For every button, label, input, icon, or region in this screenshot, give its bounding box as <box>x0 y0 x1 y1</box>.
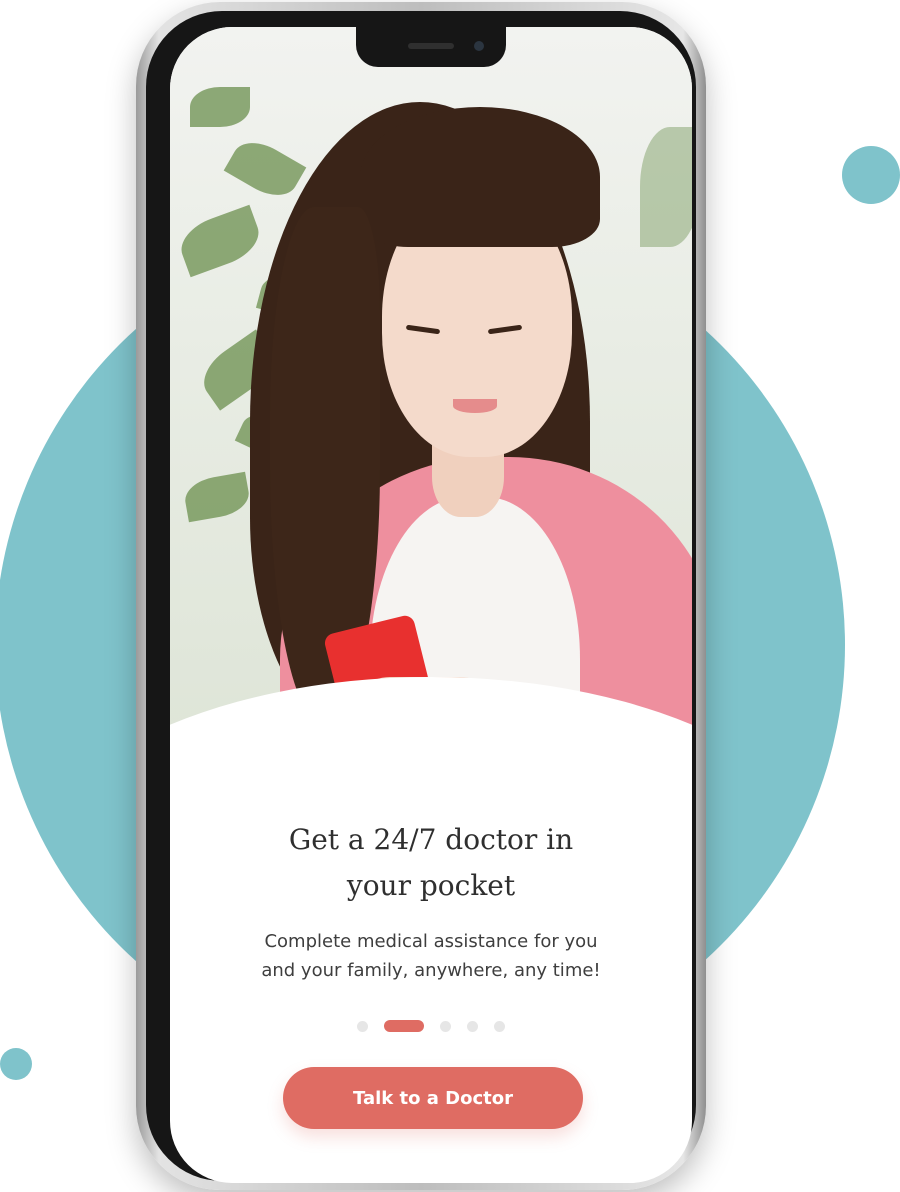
page-dot[interactable] <box>440 1020 451 1032</box>
page-dot[interactable] <box>494 1020 505 1032</box>
phone-screen: Get a 24/7 doctor in your pocket Complet… <box>170 27 692 1183</box>
page-dot[interactable] <box>467 1020 478 1032</box>
phone-mockup: Get a 24/7 doctor in your pocket Complet… <box>136 2 706 1190</box>
hero-photo <box>170 27 692 787</box>
page-dot-active[interactable] <box>384 1020 424 1032</box>
phone-notch <box>356 27 506 67</box>
page-indicator <box>170 1019 692 1033</box>
plant-leaf <box>190 87 250 127</box>
woman-hair <box>360 107 600 247</box>
plant-leaf <box>174 204 266 278</box>
woman-lips <box>453 399 497 413</box>
front-camera <box>474 41 484 51</box>
plant-leaf <box>223 132 307 206</box>
onboarding-subtitle: Complete medical assistance for you and … <box>261 931 601 981</box>
background-dot <box>842 146 900 204</box>
phone-bezel: Get a 24/7 doctor in your pocket Complet… <box>146 11 696 1183</box>
onboarding-headline: Get a 24/7 doctor in your pocket <box>288 823 574 902</box>
plant-leaf <box>640 127 692 247</box>
plant-leaf <box>182 471 252 523</box>
talk-to-doctor-button[interactable]: Talk to a Doctor <box>283 1067 583 1129</box>
background-dot <box>0 1048 32 1080</box>
page-dot[interactable] <box>357 1020 368 1032</box>
speaker-grille <box>408 43 454 49</box>
